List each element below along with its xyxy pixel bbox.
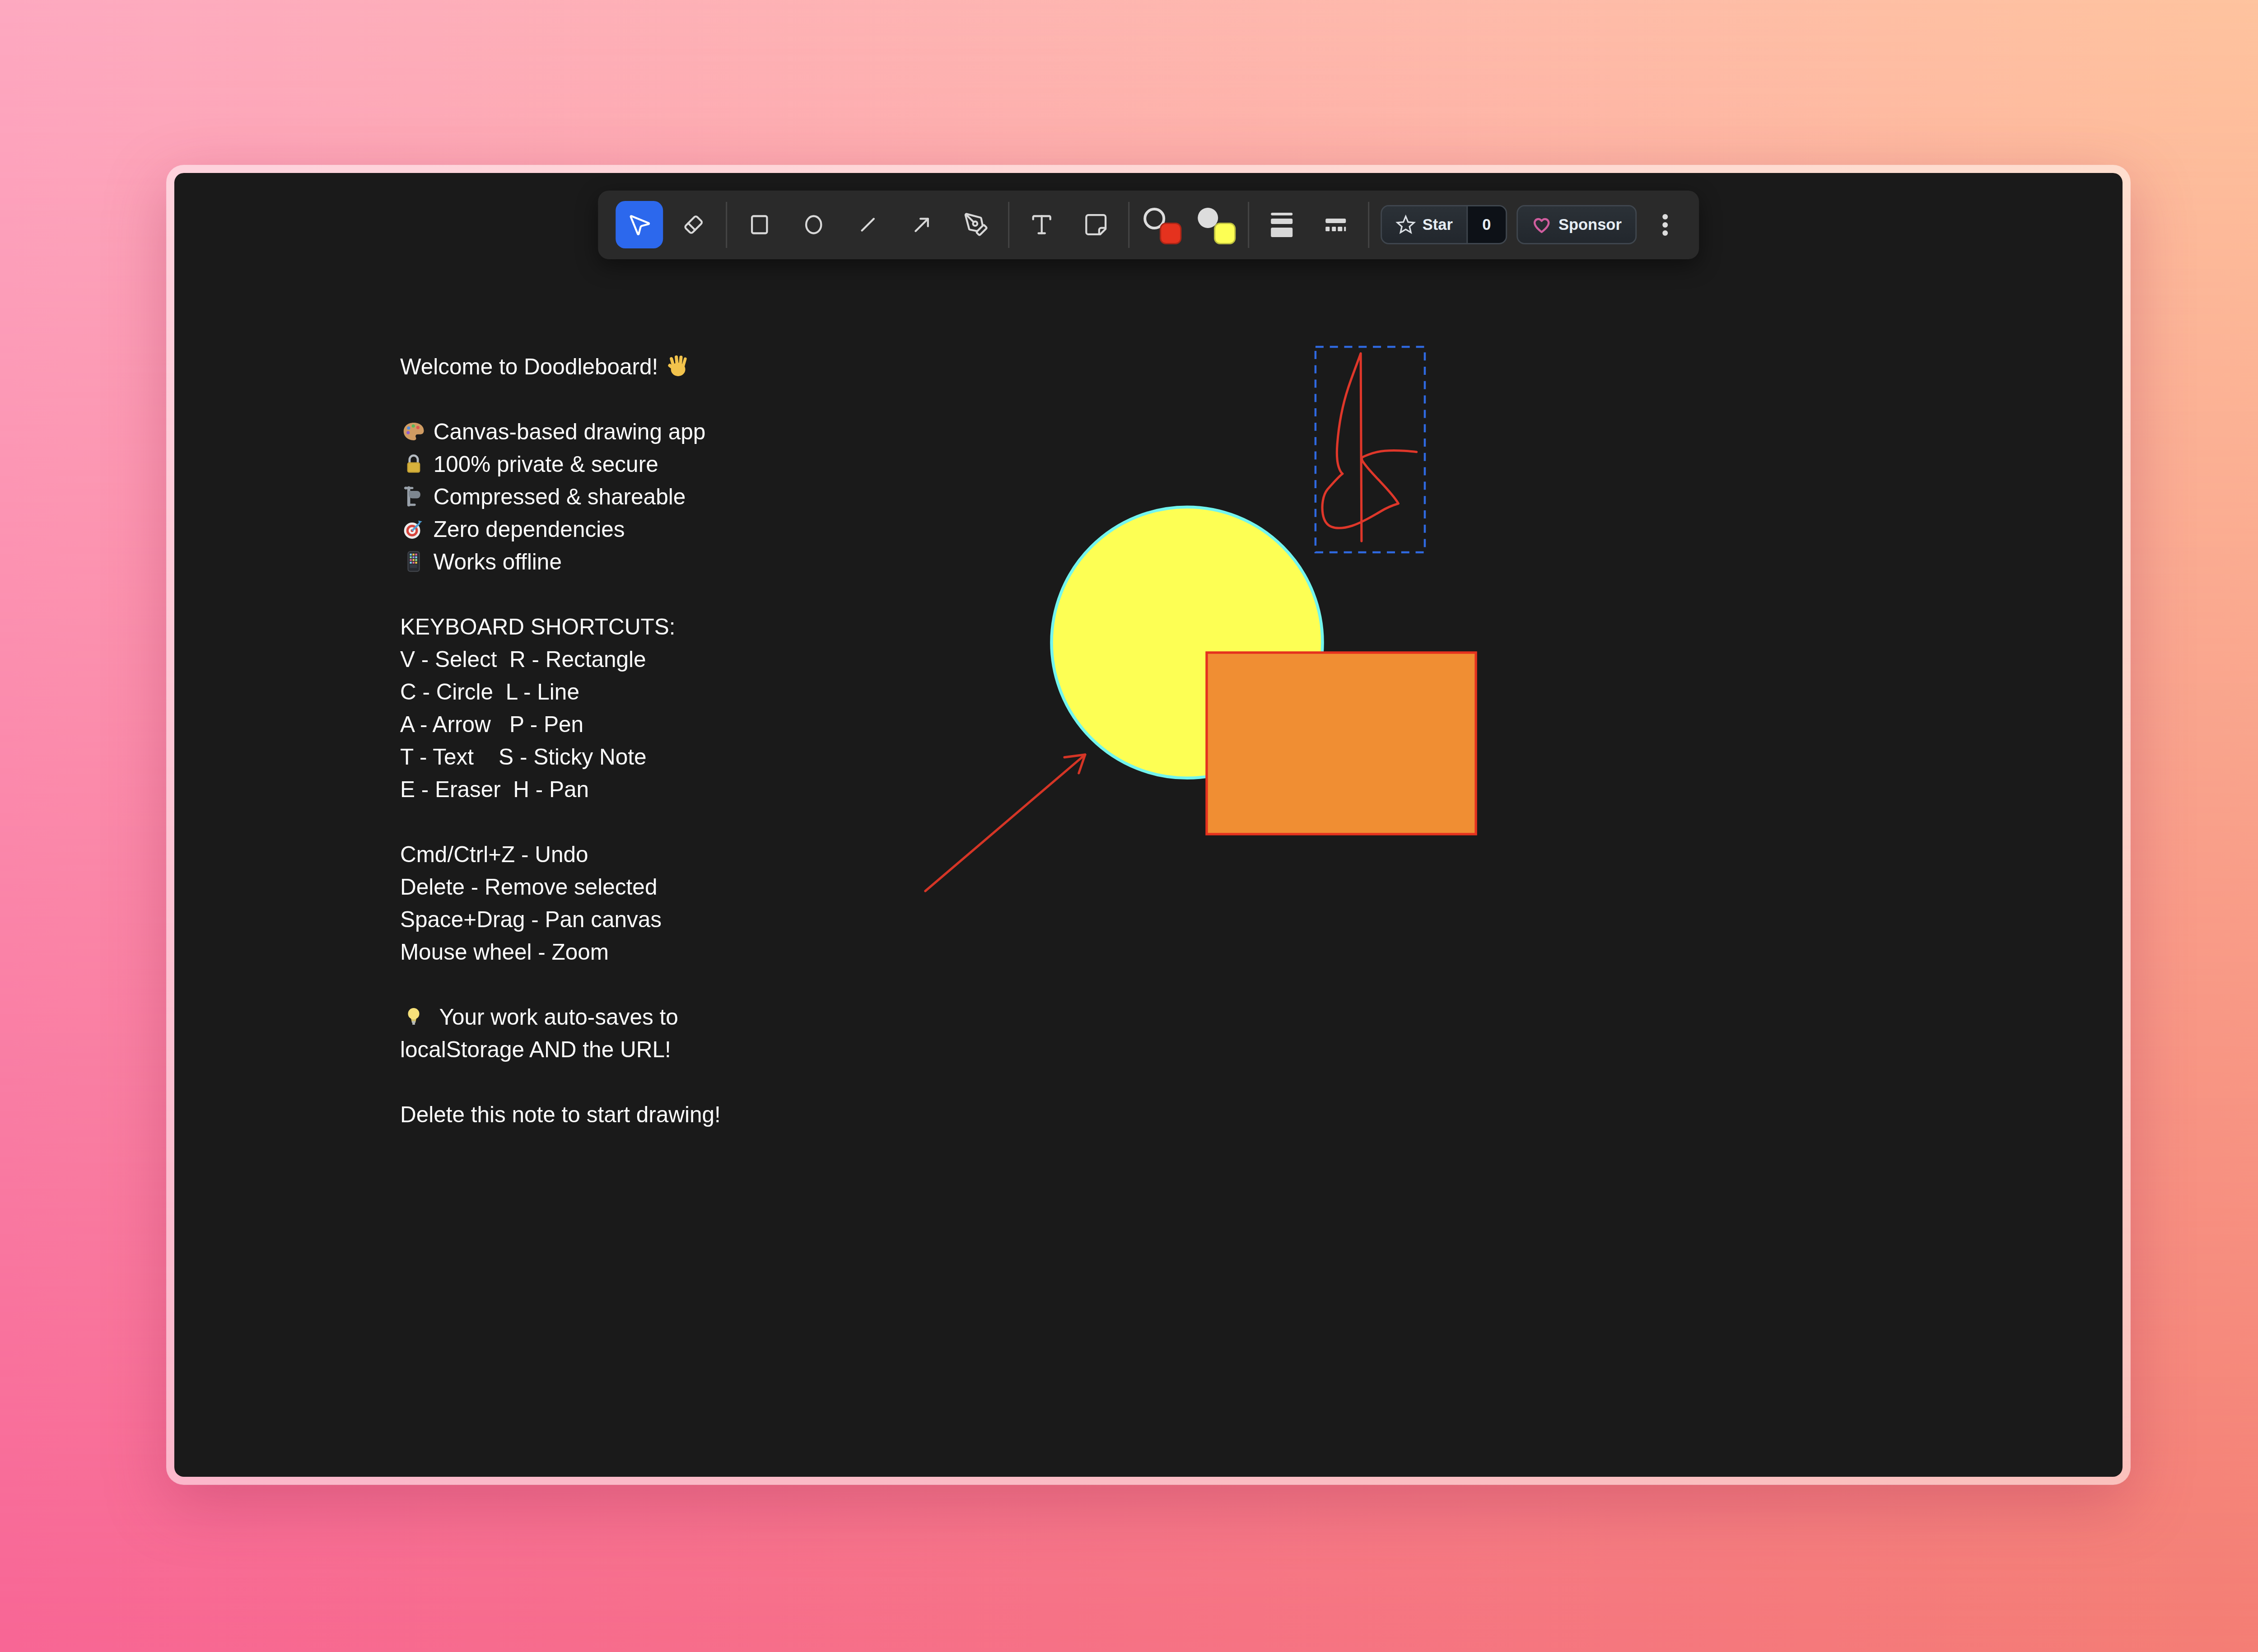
tool-line-button[interactable] — [844, 201, 891, 248]
stroke-style-button[interactable] — [1312, 201, 1359, 248]
star-count: 0 — [1466, 206, 1506, 243]
emoji-icon — [400, 549, 427, 573]
sticky-note-icon — [1083, 212, 1109, 238]
toolbar-divider — [1008, 202, 1010, 248]
star-icon — [1395, 215, 1416, 235]
drawing-canvas[interactable]: Welcome to Doodleboard! Canvas-based dra… — [174, 173, 2123, 1477]
emoji-icon — [664, 354, 691, 378]
stroke-style-icon — [1325, 219, 1346, 224]
heart-icon — [1531, 215, 1552, 235]
toolbar-divider — [1248, 202, 1250, 248]
stroke-color-swatch — [1160, 223, 1181, 244]
welcome-note-text[interactable]: Welcome to Doodleboard! Canvas-based dra… — [400, 350, 721, 1131]
github-sponsor-button[interactable]: Sponsor — [1516, 205, 1637, 244]
fill-color-chip[interactable] — [1192, 201, 1240, 248]
emoji-icon — [400, 451, 427, 476]
tool-select-button[interactable] — [616, 201, 663, 248]
toolbar: Star 0 Sponsor — [598, 191, 1699, 259]
selection-box[interactable] — [1316, 347, 1425, 552]
line-icon — [855, 212, 881, 238]
stroke-width-icon — [1271, 213, 1292, 215]
star-label: Star — [1423, 216, 1453, 233]
pen-icon — [963, 212, 989, 238]
emoji-icon — [400, 1004, 427, 1028]
emoji-icon — [400, 484, 427, 508]
stroke-width-button[interactable] — [1258, 201, 1305, 248]
sponsor-label: Sponsor — [1558, 216, 1622, 233]
tool-arrow-button[interactable] — [898, 201, 946, 248]
app-window: Welcome to Doodleboard! Canvas-based dra… — [166, 165, 2131, 1485]
tool-text-button[interactable] — [1018, 201, 1065, 248]
eraser-icon — [681, 212, 706, 238]
fill-color-swatch — [1214, 223, 1236, 244]
drawn-rectangle[interactable] — [1207, 653, 1476, 834]
toolbar-divider — [726, 202, 727, 248]
cursor-icon — [626, 212, 652, 238]
kebab-icon — [1662, 214, 1668, 219]
toolbar-divider — [1128, 202, 1129, 248]
toolbar-divider — [1368, 202, 1369, 248]
stroke-color-chip[interactable] — [1138, 201, 1185, 248]
emoji-icon — [400, 516, 427, 541]
tool-eraser-button[interactable] — [670, 201, 717, 248]
github-star-button[interactable]: Star 0 — [1381, 205, 1507, 244]
overflow-menu-button[interactable] — [1649, 201, 1681, 248]
text-icon — [1029, 212, 1054, 238]
drawn-arrow[interactable] — [925, 755, 1085, 891]
emoji-icon — [400, 419, 427, 443]
arrow-icon — [909, 212, 935, 238]
tool-circle-button[interactable] — [790, 201, 837, 248]
drawn-pen-stroke[interactable] — [1322, 354, 1417, 541]
tool-rectangle-button[interactable] — [736, 201, 783, 248]
tool-pen-button[interactable] — [952, 201, 1000, 248]
rectangle-icon — [746, 212, 772, 238]
tool-sticky-note-button[interactable] — [1072, 201, 1120, 248]
circle-icon — [801, 212, 826, 238]
